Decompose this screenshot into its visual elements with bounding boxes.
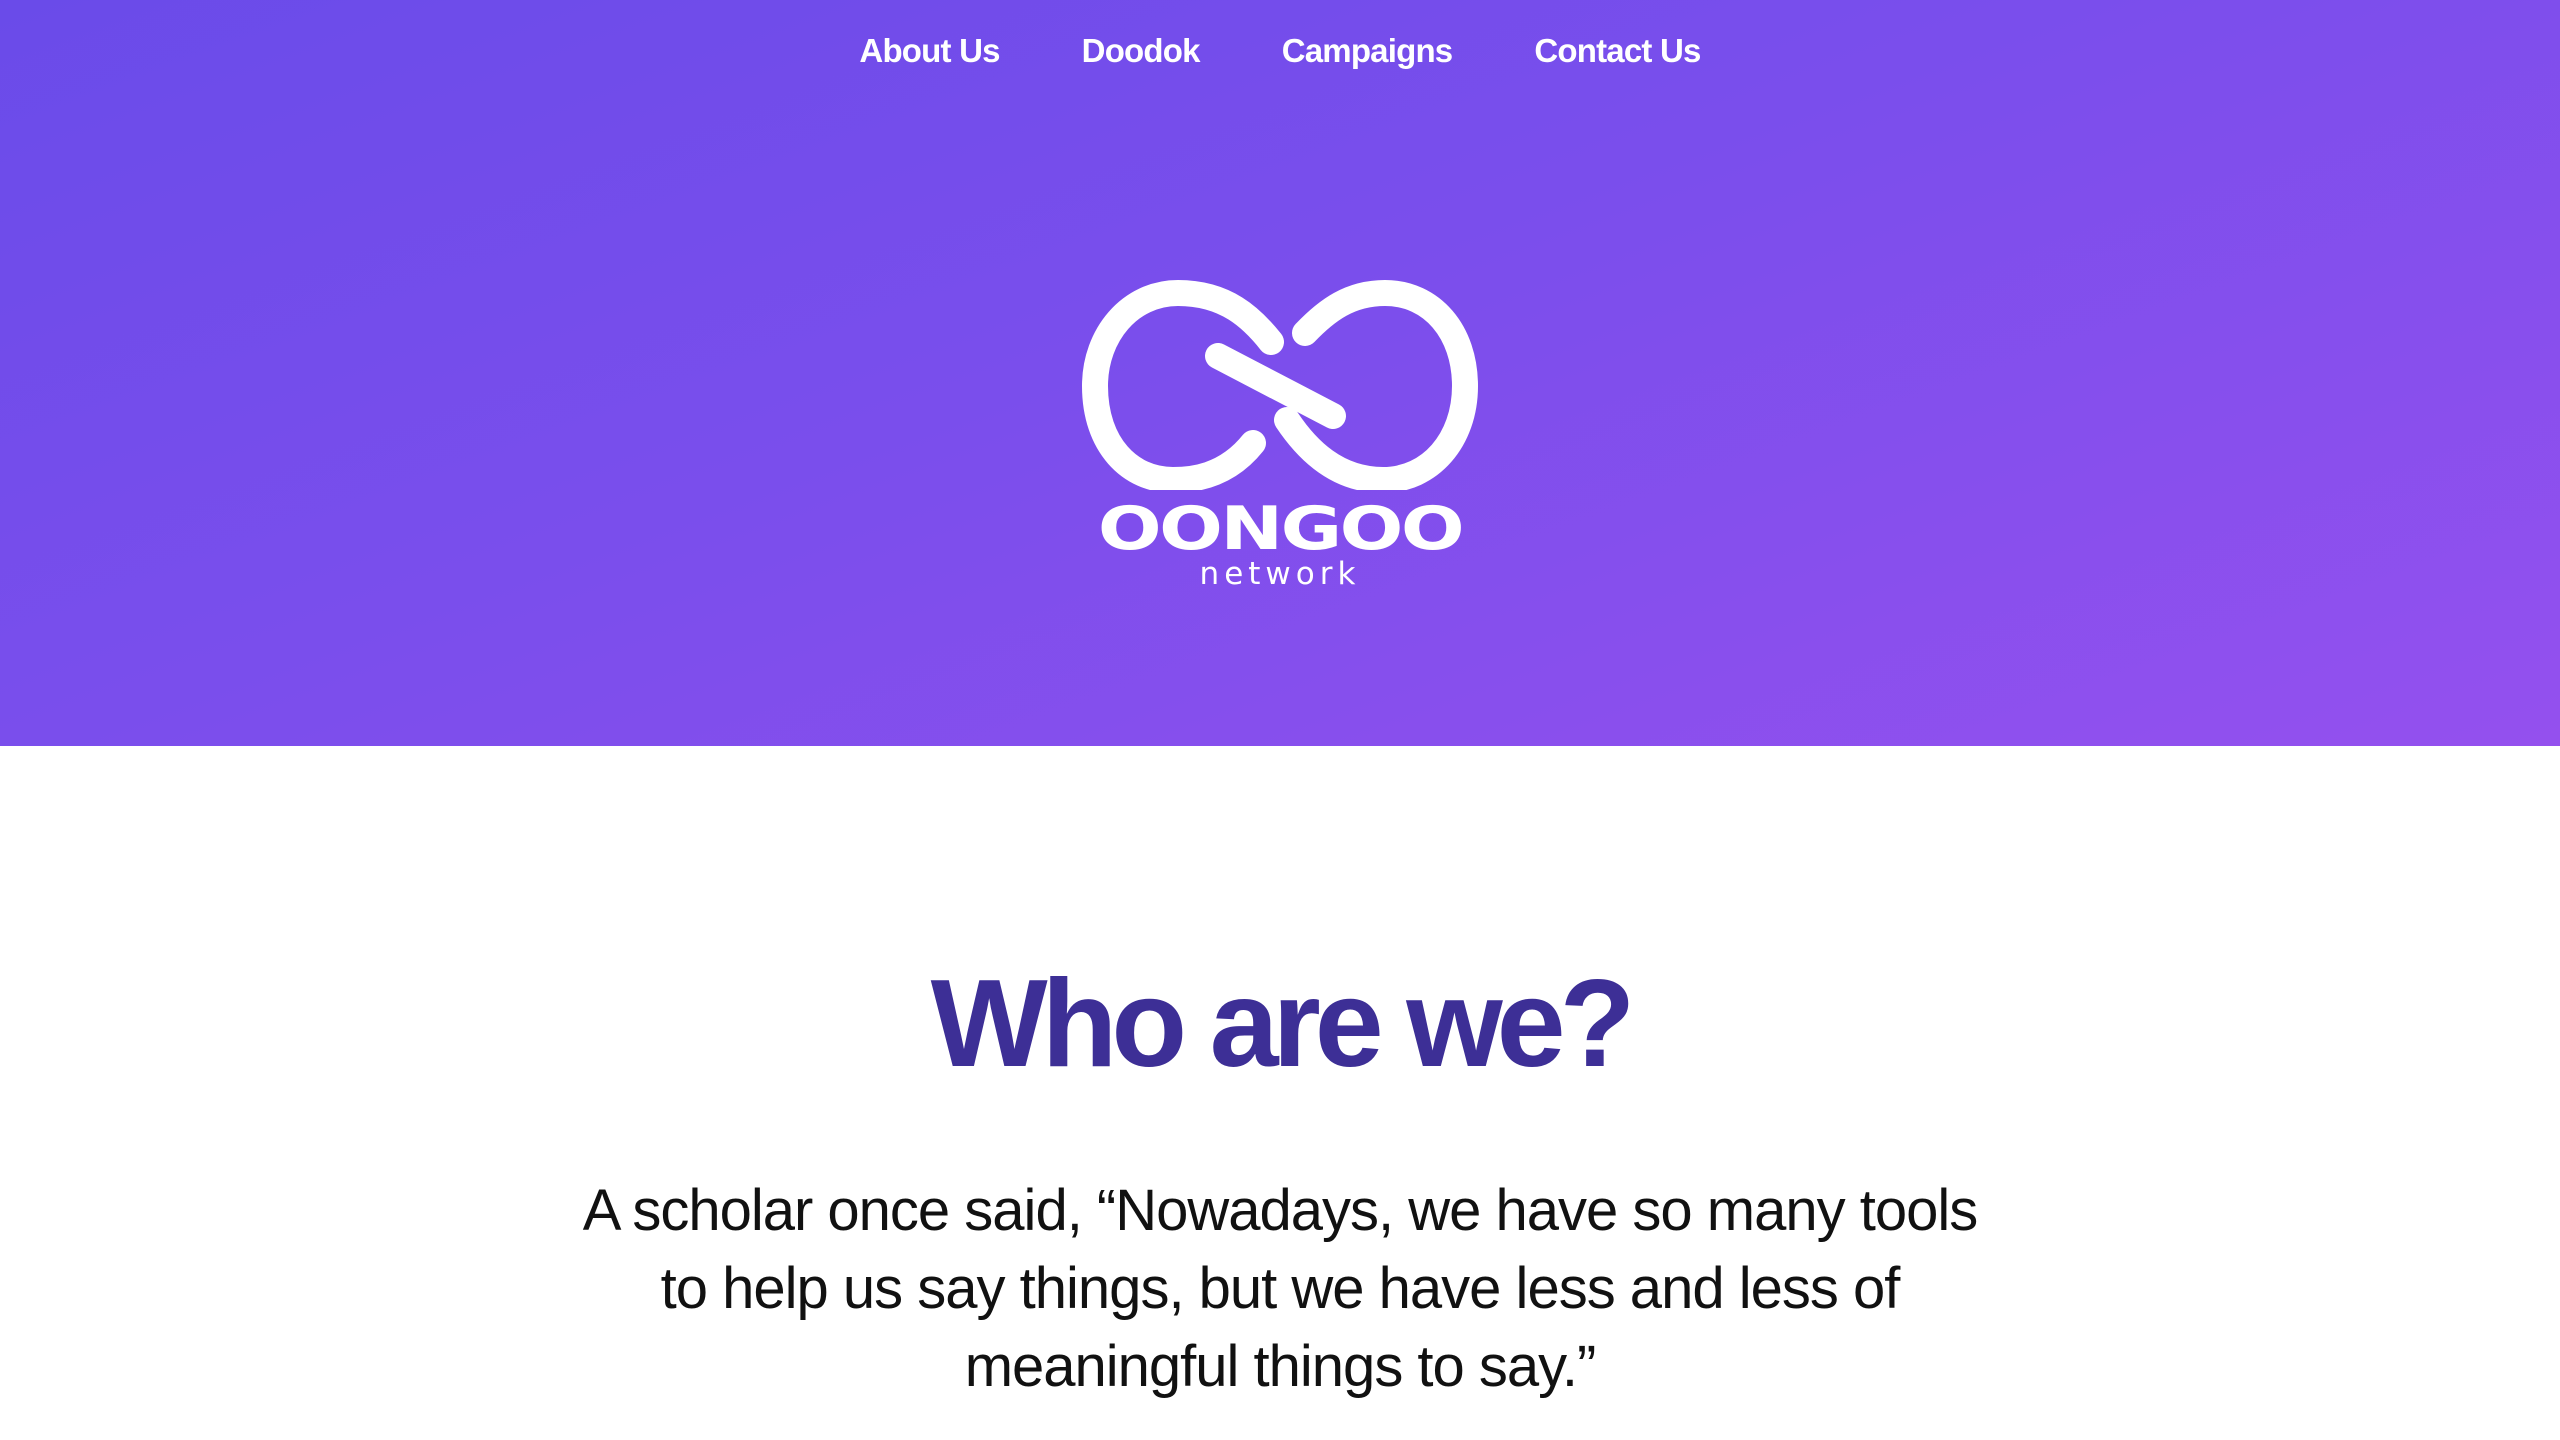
nav-link-campaigns[interactable]: Campaigns — [1282, 32, 1453, 70]
about-section: Who are we? A scholar once said, “Nowada… — [0, 746, 2560, 1440]
nav-link-about-us[interactable]: About Us — [859, 32, 1000, 70]
logo-wordmark: OONGOO — [1097, 494, 1465, 564]
infinity-loop-icon — [1075, 280, 1485, 490]
hero-banner: About Us Doodok Campaigns Contact Us OON… — [0, 0, 2560, 746]
oongoo-logo[interactable]: OONGOO network — [1075, 280, 1485, 596]
scholar-quote: A scholar once said, “Nowadays, we have … — [582, 1178, 1979, 1399]
section-heading: Who are we? — [930, 955, 1636, 1093]
logo-subtitle: network — [1199, 556, 1361, 592]
nav-link-contact-us[interactable]: Contact Us — [1534, 32, 1701, 70]
top-nav: About Us Doodok Campaigns Contact Us — [0, 20, 2560, 82]
nav-link-doodok[interactable]: Doodok — [1082, 32, 1201, 70]
